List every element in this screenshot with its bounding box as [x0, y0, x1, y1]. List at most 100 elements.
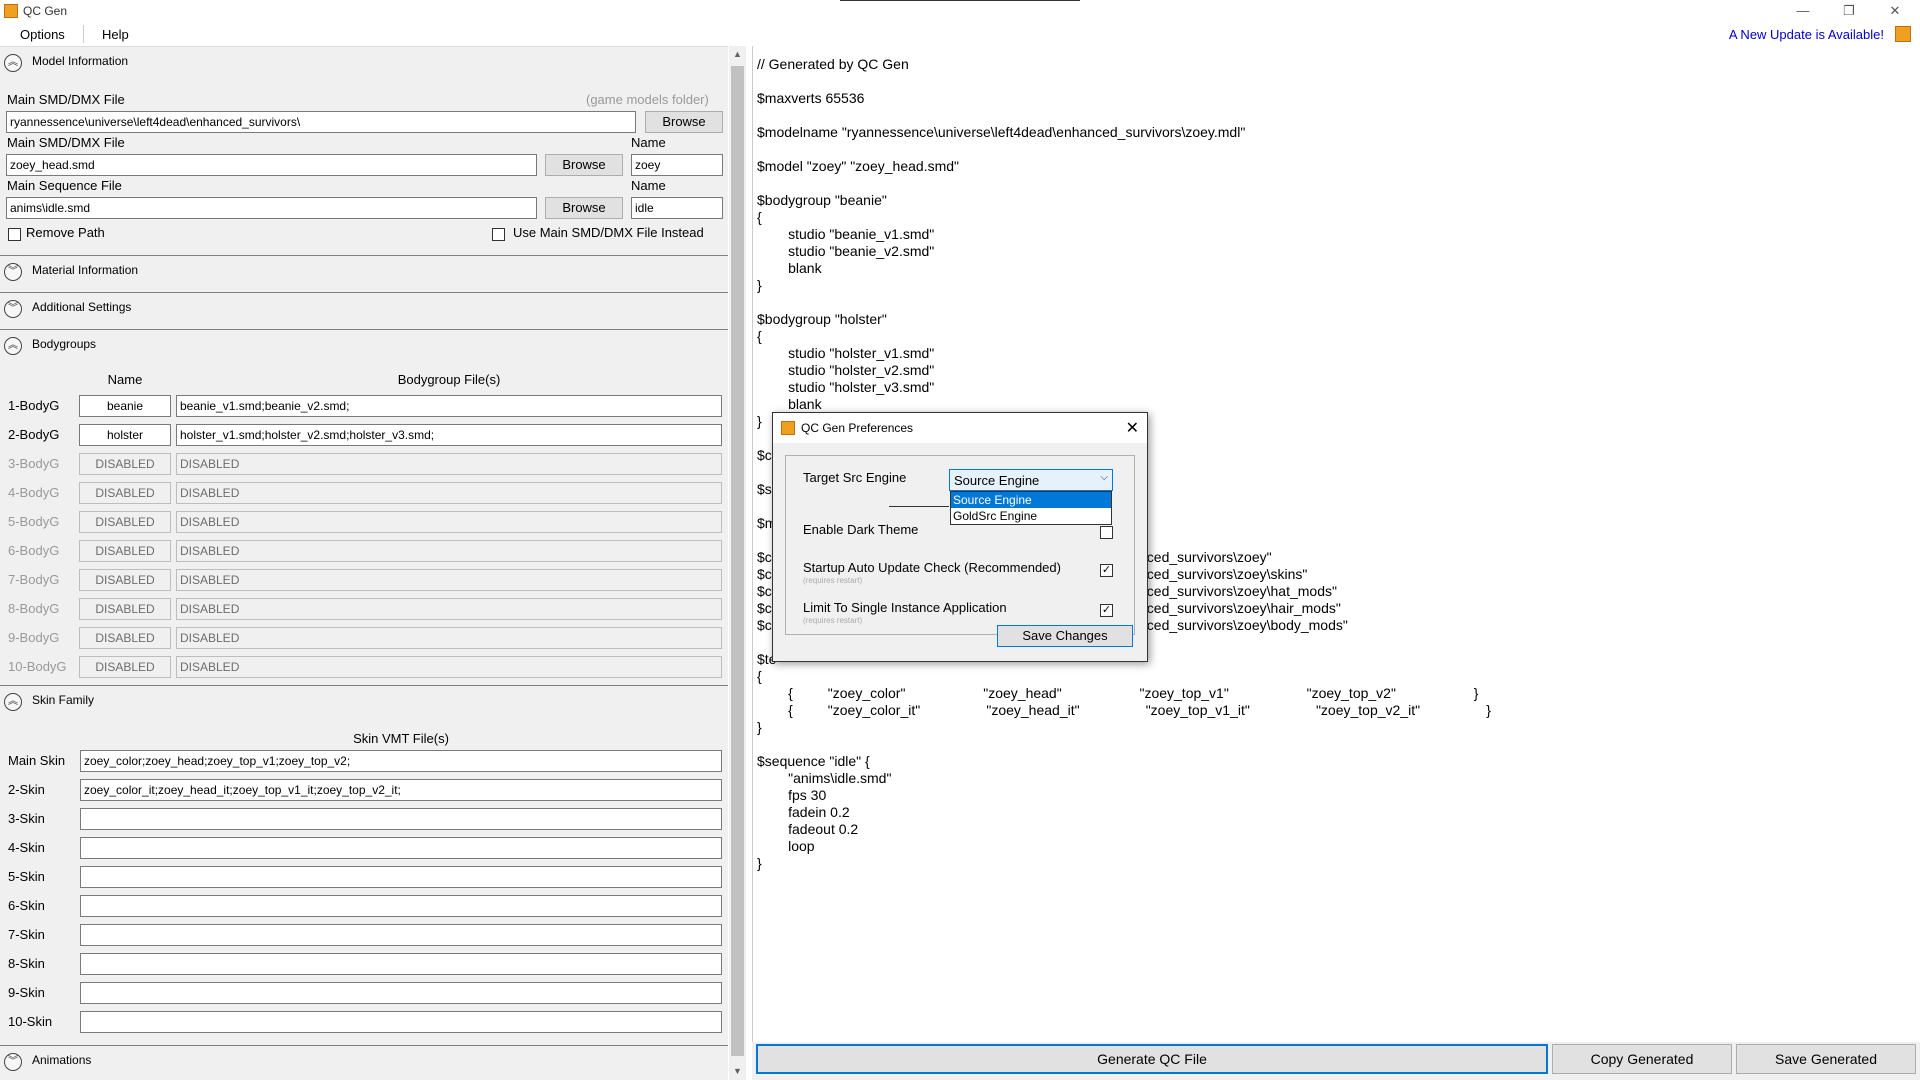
- sequence-label: Main Sequence File: [7, 178, 122, 193]
- editor-line: studio "holster_v2.smd": [757, 362, 935, 378]
- editor-line: $c: [757, 617, 772, 633]
- smd-label: Main SMD/DMX File: [7, 135, 125, 150]
- save-generated-button[interactable]: Save Generated: [1736, 1044, 1916, 1074]
- bodygroup-files-input[interactable]: DISABLED: [176, 598, 722, 620]
- target-engine-select[interactable]: Source Engine ⌵: [949, 469, 1113, 491]
- chevron-down-icon[interactable]: ⌵: [1100, 472, 1108, 483]
- sequence-name-input[interactable]: idle: [631, 197, 723, 219]
- app-icon: [4, 4, 18, 18]
- bodygroup-files-input[interactable]: DISABLED: [176, 656, 722, 678]
- settings-scrollbar[interactable]: ▲ ▼: [729, 46, 746, 1080]
- use-main-file-checkbox[interactable]: [492, 228, 505, 241]
- bodygroup-files-input[interactable]: DISABLED: [176, 453, 722, 475]
- skin-files-input[interactable]: zoey_color;zoey_head;zoey_top_v1;zoey_to…: [80, 750, 722, 772]
- browse-smd-button[interactable]: Browse: [545, 154, 623, 176]
- section-material-information[interactable]: ︾ Material Information: [0, 255, 728, 285]
- dark-theme-label: Enable Dark Theme: [803, 522, 919, 537]
- editor-line: $c: [757, 566, 772, 582]
- dialog-close-icon[interactable]: ✕: [1126, 418, 1139, 438]
- scroll-thumb[interactable]: [731, 66, 744, 1056]
- editor-line: {: [757, 209, 762, 225]
- editor-line-fragment: nced_survivors\zoey\hair_mods": [1139, 600, 1341, 616]
- skin-files-input[interactable]: zoey_color_it;zoey_head_it;zoey_top_v1_i…: [80, 779, 722, 801]
- editor-line: $bodygroup "holster": [757, 311, 887, 327]
- section-model-information[interactable]: ︽ Model Information: [0, 47, 728, 77]
- restore-button[interactable]: ❐: [1826, 0, 1872, 23]
- section-bodygroups[interactable]: ︽ Bodygroups: [0, 329, 728, 359]
- bodygroup-name-input[interactable]: DISABLED: [79, 656, 171, 678]
- bodygroup-files-input[interactable]: DISABLED: [176, 540, 722, 562]
- copy-generated-button[interactable]: Copy Generated: [1552, 1044, 1732, 1074]
- bodygroup-name-input[interactable]: DISABLED: [79, 453, 171, 475]
- collapse-icon[interactable]: ︽: [4, 693, 22, 711]
- skin-files-input[interactable]: [80, 924, 722, 946]
- bodygroup-files-input[interactable]: DISABLED: [176, 627, 722, 649]
- section-additional-settings[interactable]: ︾ Additional Settings: [0, 292, 728, 322]
- label-underline: [889, 506, 949, 507]
- section-title: Skin Family: [32, 693, 95, 707]
- editor-line: $s: [757, 481, 772, 497]
- scroll-down-icon[interactable]: ▼: [729, 1063, 746, 1080]
- bodygroup-name-input[interactable]: DISABLED: [79, 598, 171, 620]
- game-models-hint: (game models folder): [586, 92, 709, 107]
- skin-files-input[interactable]: [80, 1011, 722, 1033]
- expand-icon[interactable]: ︾: [4, 263, 22, 281]
- bodygroup-name-input[interactable]: DISABLED: [79, 540, 171, 562]
- skin-files-input[interactable]: [80, 866, 722, 888]
- editor-line: fps 30: [757, 787, 827, 803]
- menu-help[interactable]: Help: [102, 27, 129, 42]
- section-animations[interactable]: ︾ Animations: [0, 1045, 728, 1075]
- section-title: Additional Settings: [32, 300, 132, 314]
- section-title: Animations: [32, 1053, 92, 1067]
- minimize-button[interactable]: —: [1780, 0, 1826, 23]
- skin-files-input[interactable]: [80, 808, 722, 830]
- engine-option-goldsrc[interactable]: GoldSrc Engine: [951, 508, 1111, 524]
- sequence-file-input[interactable]: anims\idle.smd: [6, 197, 537, 219]
- bodygroup-files-input[interactable]: DISABLED: [176, 482, 722, 504]
- section-skin-family[interactable]: ︽ Skin Family: [0, 685, 728, 715]
- dark-theme-checkbox[interactable]: [1100, 526, 1113, 539]
- smd-name-input[interactable]: zoey: [631, 154, 723, 176]
- scroll-up-icon[interactable]: ▲: [729, 46, 746, 63]
- update-available-link[interactable]: A New Update is Available!: [1729, 27, 1884, 42]
- collapse-icon[interactable]: ︽: [4, 337, 22, 355]
- bodygroup-name-input[interactable]: holster: [79, 424, 171, 446]
- expand-icon[interactable]: ︾: [4, 1053, 22, 1071]
- auto-update-checkbox[interactable]: ✓: [1100, 564, 1113, 577]
- remove-path-label: Remove Path: [26, 225, 105, 240]
- smd-file-input[interactable]: zoey_head.smd: [6, 154, 537, 176]
- bodygroup-name-input[interactable]: DISABLED: [79, 569, 171, 591]
- bodygroup-name-input[interactable]: beanie: [79, 395, 171, 417]
- skin-files-input[interactable]: [80, 895, 722, 917]
- bodygroup-files-input[interactable]: beanie_v1.smd;beanie_v2.smd;: [176, 395, 722, 417]
- bodygroup-name-input[interactable]: DISABLED: [79, 482, 171, 504]
- section-title: Bodygroups: [32, 337, 97, 351]
- engine-option-source[interactable]: Source Engine: [951, 492, 1111, 508]
- bodygroup-name-input[interactable]: DISABLED: [79, 627, 171, 649]
- skin-files-input[interactable]: [80, 953, 722, 975]
- update-icon[interactable]: [1895, 26, 1911, 42]
- editor-line: $c: [757, 549, 772, 565]
- collapse-icon[interactable]: ︽: [4, 54, 22, 72]
- skin-files-input[interactable]: [80, 837, 722, 859]
- models-path-input[interactable]: ryannessence\universe\left4dead\enhanced…: [6, 111, 636, 133]
- bodygroup-name-input[interactable]: DISABLED: [79, 511, 171, 533]
- generate-qc-button[interactable]: Generate QC File: [756, 1044, 1548, 1074]
- bodygroup-files-input[interactable]: DISABLED: [176, 569, 722, 591]
- close-button[interactable]: ✕: [1872, 0, 1918, 23]
- expand-icon[interactable]: ︾: [4, 300, 22, 318]
- remove-path-checkbox[interactable]: [8, 228, 21, 241]
- bodygroup-files-input[interactable]: holster_v1.smd;holster_v2.smd;holster_v3…: [176, 424, 722, 446]
- browse-sequence-button[interactable]: Browse: [545, 197, 623, 219]
- main-file-label: Main SMD/DMX File: [7, 92, 125, 107]
- browse-models-button[interactable]: Browse: [645, 111, 723, 133]
- menu-options[interactable]: Options: [20, 27, 65, 42]
- skin-row-label: 9-Skin: [8, 985, 45, 1000]
- menu-bar: Options Help A New Update is Available!: [0, 23, 1920, 46]
- editor-line: studio "holster_v1.smd": [757, 345, 935, 361]
- save-changes-button[interactable]: Save Changes: [997, 625, 1133, 647]
- bodygroup-files-input[interactable]: DISABLED: [176, 511, 722, 533]
- skin-files-input[interactable]: [80, 982, 722, 1004]
- single-instance-checkbox[interactable]: ✓: [1100, 604, 1113, 617]
- bodygroup-name-header: Name: [107, 372, 143, 387]
